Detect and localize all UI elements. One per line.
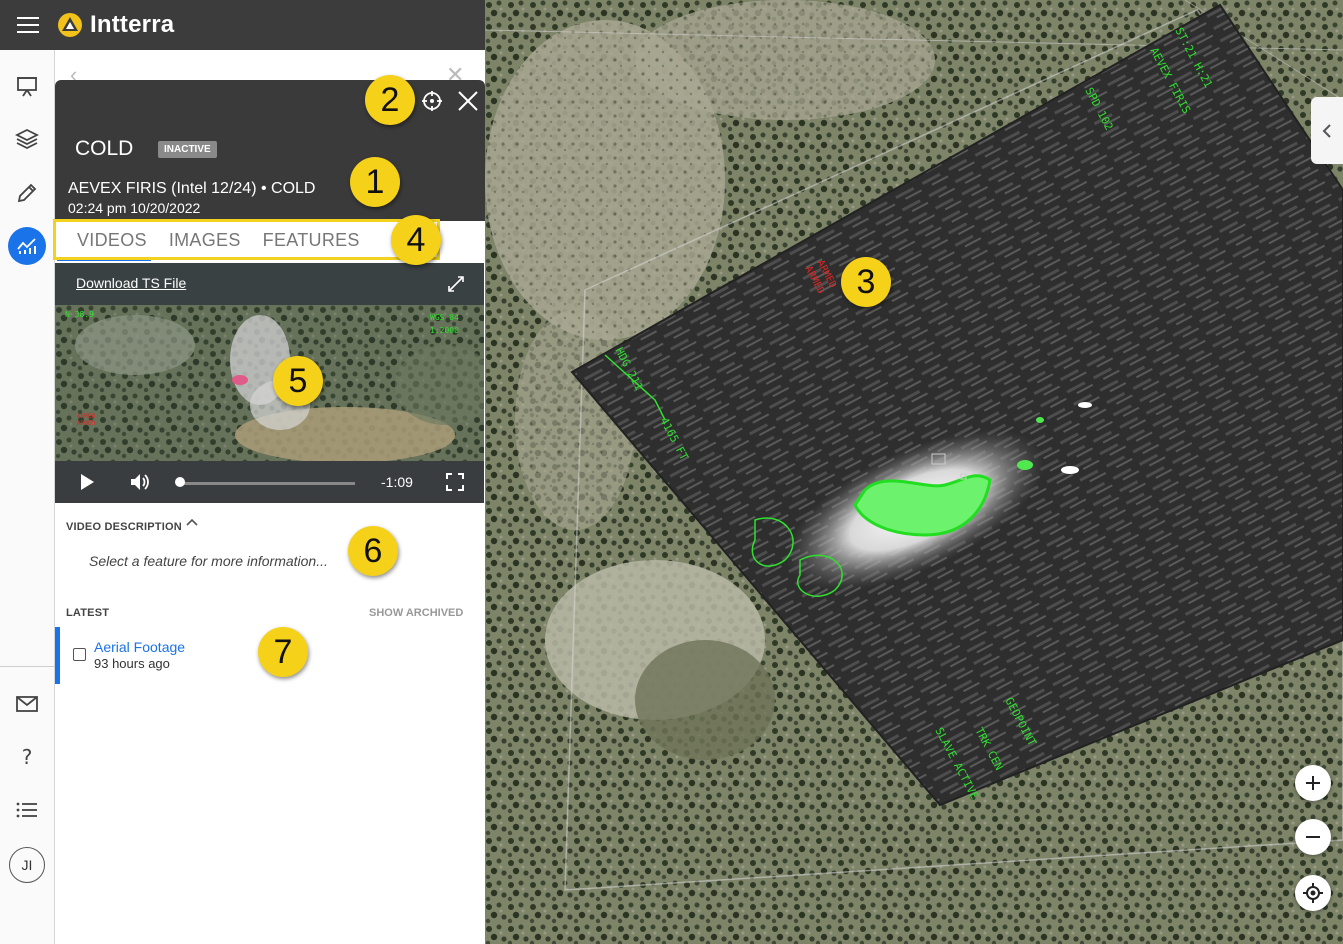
help-button[interactable]: ? [7,737,47,777]
layers-icon [15,128,39,150]
zoom-out-button[interactable] [1295,819,1331,855]
my-location-button[interactable] [1295,875,1331,911]
show-archived-button[interactable]: SHOW ARCHIVED [369,607,463,619]
brand-logo[interactable]: Intterra [56,11,174,39]
callout-5: 5 [273,356,323,406]
feature-header: COLD INACTIVE AEVEX FIRIS (Intel 12/24) … [55,80,485,221]
zoom-out-icon [1306,836,1320,838]
feature-source: AEVEX FIRIS (Intel 12/24) • COLD [68,180,316,197]
list-icon [16,802,37,818]
list-item-title[interactable]: Aerial Footage [94,639,185,655]
mail-icon [16,696,38,712]
description-empty-text: Select a feature for more information... [89,553,328,569]
feature-timestamp: 02:24 pm 10/20/2022 [68,200,201,216]
brand-name: Intterra [90,11,175,38]
callout-1: 1 [350,157,400,207]
latest-label: LATEST [66,607,110,619]
expand-icon[interactable] [446,274,466,294]
zoom-in-button[interactable] [1295,765,1331,801]
fullscreen-icon[interactable] [444,471,466,493]
callout-4: 4 [391,215,441,265]
video-frame: N 38.9 WGS 84 1:2000 ARMEDARMED [55,305,484,461]
list-item-selected-bar [55,627,60,684]
presentation-button[interactable] [7,66,47,106]
analytics-button[interactable] [8,227,46,265]
svg-text:ARMED: ARMED [77,420,95,427]
svg-text:WGS 84: WGS 84 [430,313,459,322]
pencil-icon [17,183,37,203]
video-time-remaining: -1:09 [381,474,413,490]
list-button[interactable] [7,790,47,830]
play-icon[interactable] [75,471,97,493]
help-icon: ? [22,745,33,769]
download-ts-link[interactable]: Download TS File [76,275,186,291]
callout-6: 6 [348,526,398,576]
video-toolbar: Download TS File [55,263,484,305]
svg-text:?: ? [22,745,33,769]
app-root: AEVEX FIRIS ST:21 H:21 SPD 102 HDG 211 4… [0,0,1343,944]
video-description-label: VIDEO DESCRIPTION [66,521,182,533]
presentation-icon [17,77,37,97]
left-rail: ? JI [0,50,55,944]
draw-button[interactable] [7,173,47,213]
satellite-terrain: AEVEX FIRIS ST:21 H:21 SPD 102 HDG 211 4… [485,0,1343,944]
app-bar: Intterra [0,0,485,50]
zoom-in-icon [1306,776,1320,790]
my-location-icon [1303,883,1323,903]
menu-button[interactable] [0,0,56,50]
feature-title: COLD [75,137,134,160]
rail-divider [0,666,55,667]
video-progress-handle[interactable] [175,477,185,487]
svg-text:ARMED: ARMED [77,413,95,420]
map-view[interactable]: AEVEX FIRIS ST:21 H:21 SPD 102 HDG 211 4… [485,0,1343,944]
layers-button[interactable] [7,119,47,159]
video-progress-track[interactable] [180,482,355,485]
user-avatar[interactable]: JI [9,847,45,883]
intterra-logo-icon [58,13,82,37]
video-player[interactable]: N 38.9 WGS 84 1:2000 ARMED ARMED Download… [55,263,484,503]
messages-button[interactable] [7,684,47,724]
tabs-highlight-frame [53,219,440,260]
close-icon [458,91,478,111]
locate-button[interactable] [420,89,444,113]
callout-3: 3 [841,257,891,307]
menu-icon [17,17,39,33]
collapse-panel-tab[interactable] [1311,97,1343,164]
status-badge: INACTIVE [158,141,217,158]
close-button[interactable] [456,89,480,113]
svg-text:N 38.9: N 38.9 [65,310,94,319]
locate-icon [422,91,442,111]
chevron-left-icon [1322,123,1331,138]
volume-icon[interactable] [129,471,151,493]
analytics-icon [17,238,36,254]
list-item-checkbox[interactable] [73,648,86,661]
callout-7: 7 [258,627,308,677]
list-item-age: 93 hours ago [94,656,170,671]
chevron-up-icon[interactable] [185,517,199,527]
svg-text:1:2000: 1:2000 [430,326,459,335]
callout-2: 2 [365,75,415,125]
